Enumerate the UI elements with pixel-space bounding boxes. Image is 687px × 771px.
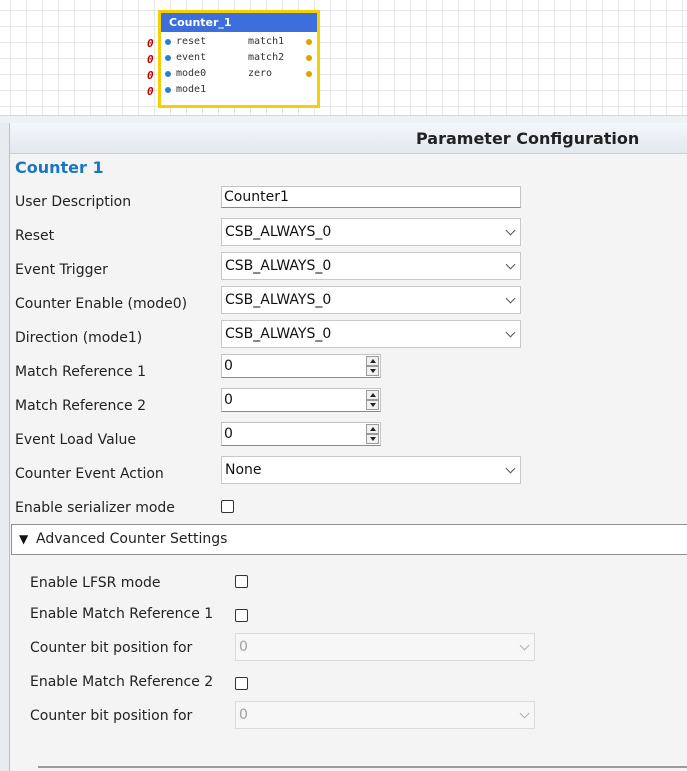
input-constant-event: 0 — [147, 53, 154, 66]
event-load-value-spinbox[interactable]: 0 — [221, 422, 381, 446]
chevron-down-icon — [505, 327, 516, 338]
port-zero-pin[interactable] — [306, 71, 312, 77]
counter-block-title: Counter_1 — [161, 13, 317, 32]
collapse-arrow-icon: ▼ — [19, 532, 29, 546]
chevron-down-icon — [519, 708, 530, 719]
port-mode0-pin[interactable] — [165, 71, 171, 77]
bit-position-1-value: 0 — [239, 639, 248, 655]
event-load-value-value: 0 — [224, 426, 233, 442]
left-panel-edge — [0, 123, 10, 771]
chevron-down-icon — [505, 259, 516, 270]
port-match1-label: match1 — [248, 36, 285, 47]
chevron-down-icon — [505, 293, 516, 304]
port-zero-label: zero — [248, 68, 273, 79]
counter-enable-select[interactable]: CSB_ALWAYS_0 — [221, 286, 521, 314]
match-ref-2-value: 0 — [224, 392, 233, 408]
enable-lfsr-label: Enable LFSR mode — [30, 575, 161, 591]
reset-select-value: CSB_ALWAYS_0 — [225, 224, 332, 240]
match-ref-1-value: 0 — [224, 358, 233, 374]
match-ref-1-label: Match Reference 1 — [15, 364, 147, 380]
user-description-label: User Description — [15, 194, 132, 210]
advanced-settings-toggle[interactable]: ▼ Advanced Counter Settings — [11, 524, 687, 555]
reset-select[interactable]: CSB_ALWAYS_0 — [221, 218, 521, 246]
spin-down-icon[interactable] — [366, 434, 379, 444]
port-mode1-pin[interactable] — [165, 87, 171, 93]
spin-down-icon[interactable] — [366, 400, 379, 410]
event-trigger-label: Event Trigger — [15, 262, 108, 278]
port-match2-pin[interactable] — [306, 55, 312, 61]
enable-match-2-checkbox[interactable] — [235, 677, 248, 690]
advanced-settings-label: Advanced Counter Settings — [36, 531, 228, 547]
input-constant-reset: 0 — [147, 37, 154, 50]
counter-event-action-select-value: None — [225, 462, 262, 478]
spin-up-icon[interactable] — [366, 356, 379, 366]
bit-position-1-label: Counter bit position for — [30, 640, 193, 656]
spin-up-icon[interactable] — [366, 390, 379, 400]
port-mode1-label: mode1 — [176, 84, 207, 95]
direction-select[interactable]: CSB_ALWAYS_0 — [221, 320, 521, 348]
bit-position-2-select[interactable]: 0 — [235, 701, 535, 729]
match-ref-1-spinbox[interactable]: 0 — [221, 354, 381, 378]
spin-down-icon[interactable] — [366, 366, 379, 376]
counter-block[interactable]: Counter_1 reset event mode0 mode1 match1… — [158, 10, 320, 108]
port-match2-label: match2 — [248, 52, 285, 63]
parameter-panel: Parameter Configuration Counter 1 User D… — [10, 123, 687, 771]
reset-label: Reset — [15, 228, 55, 244]
match-ref-2-label: Match Reference 2 — [15, 398, 147, 414]
spin-up-icon[interactable] — [366, 424, 379, 434]
user-description-input[interactable]: Counter1 — [221, 186, 521, 208]
enable-lfsr-checkbox[interactable] — [235, 575, 248, 588]
chevron-down-icon — [505, 225, 516, 236]
event-trigger-select-value: CSB_ALWAYS_0 — [225, 258, 332, 274]
port-reset-label: reset — [176, 36, 207, 47]
enable-match-2-label: Enable Match Reference 2 — [30, 674, 214, 690]
port-event-pin[interactable] — [165, 55, 171, 61]
enable-match-1-checkbox[interactable] — [235, 609, 248, 622]
spin-buttons — [366, 356, 379, 376]
direction-label: Direction (mode1) — [15, 330, 143, 346]
input-constant-mode0: 0 — [147, 69, 154, 82]
counter-enable-label: Counter Enable (mode0) — [15, 296, 188, 312]
spin-buttons — [366, 390, 379, 410]
event-trigger-select[interactable]: CSB_ALWAYS_0 — [221, 252, 521, 280]
enable-serializer-label: Enable serializer mode — [15, 500, 175, 516]
bit-position-2-value: 0 — [239, 707, 248, 723]
counter-event-action-label: Counter Event Action — [15, 466, 164, 482]
port-match1-pin[interactable] — [306, 39, 312, 45]
bit-position-1-select[interactable]: 0 — [235, 633, 535, 661]
event-load-value-label: Event Load Value — [15, 432, 137, 448]
enable-serializer-checkbox[interactable] — [221, 500, 234, 513]
match-ref-2-spinbox[interactable]: 0 — [221, 388, 381, 412]
bit-position-2-label: Counter bit position for — [30, 708, 193, 724]
horizontal-scrollbar[interactable] — [38, 766, 687, 768]
direction-select-value: CSB_ALWAYS_0 — [225, 326, 332, 342]
counter-enable-select-value: CSB_ALWAYS_0 — [225, 292, 332, 308]
panel-header: Parameter Configuration — [10, 123, 687, 154]
enable-match-1-label: Enable Match Reference 1 — [30, 606, 214, 622]
chevron-down-icon — [505, 463, 516, 474]
schematic-canvas[interactable]: 0 0 0 0 Counter_1 reset event mode0 mode… — [0, 0, 687, 115]
spin-buttons — [366, 424, 379, 444]
section-title: Counter 1 — [15, 158, 104, 177]
counter-event-action-select[interactable]: None — [221, 456, 521, 484]
port-mode0-label: mode0 — [176, 68, 207, 79]
port-reset-pin[interactable] — [165, 39, 171, 45]
port-event-label: event — [176, 52, 207, 63]
chevron-down-icon — [519, 640, 530, 651]
panel-title: Parameter Configuration — [416, 129, 640, 148]
input-constant-mode1: 0 — [147, 85, 154, 98]
